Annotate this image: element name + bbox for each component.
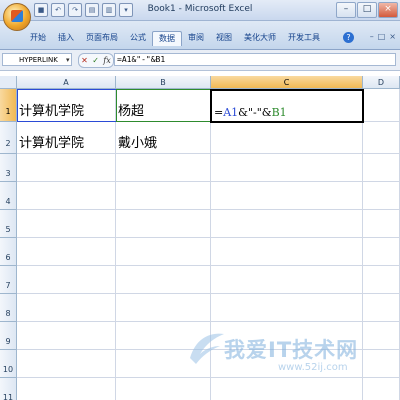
cell-a3[interactable] xyxy=(17,154,116,182)
cell-c8[interactable] xyxy=(211,294,363,322)
cell-c5[interactable] xyxy=(211,210,363,238)
title-bar: ■ ↶ ↷ ▤ ▥ ▾ Book1 - Microsoft Excel – □ … xyxy=(0,0,400,21)
formula-buttons: ✕ ✓ fx xyxy=(78,53,114,68)
cell-d1[interactable] xyxy=(363,89,400,122)
column-header-d[interactable]: D xyxy=(363,76,400,89)
cell-c6[interactable] xyxy=(211,238,363,266)
formula-mid: &"-"& xyxy=(238,106,272,119)
watermark-logo: 我爱IT技术网 www.52ij.com xyxy=(186,328,392,390)
cell-c7[interactable] xyxy=(211,266,363,294)
cell-d4[interactable] xyxy=(363,182,400,210)
row-header-9[interactable]: 9 xyxy=(0,322,17,350)
cell-d7[interactable] xyxy=(363,266,400,294)
workbook-minimize-button[interactable]: – xyxy=(370,32,374,41)
formula-ref-b1: B1 xyxy=(271,106,287,119)
tab-home[interactable]: 开始 xyxy=(24,31,52,45)
cell-d8[interactable] xyxy=(363,294,400,322)
window-controls: – □ × xyxy=(336,2,398,18)
tab-review[interactable]: 审阅 xyxy=(182,31,210,45)
cell-d6[interactable] xyxy=(363,238,400,266)
cell-b3[interactable] xyxy=(116,154,211,182)
row-header-4[interactable]: 4 xyxy=(0,182,17,210)
watermark-url: www.52ij.com xyxy=(278,362,348,373)
office-logo-icon xyxy=(11,10,23,22)
tab-page-layout[interactable]: 页面布局 xyxy=(80,31,124,45)
wing-icon xyxy=(190,333,224,364)
ribbon: 开始 插入 页面布局 公式 数据 审阅 视图 美化大师 开发工具 ? – □ × xyxy=(0,21,400,50)
cell-b2[interactable]: 戴小娥 xyxy=(116,122,211,154)
row-header-3[interactable]: 3 xyxy=(0,154,17,182)
watermark-text: 我爱IT技术网 xyxy=(224,338,359,362)
tab-developer[interactable]: 开发工具 xyxy=(282,31,326,45)
enter-icon[interactable]: ✓ xyxy=(92,56,99,65)
formula-eq: = xyxy=(214,106,224,119)
formula-ref-a1: A1 xyxy=(223,106,239,119)
cell-a7[interactable] xyxy=(17,266,116,294)
name-box[interactable]: HYPERLINK xyxy=(2,53,72,66)
column-header-c[interactable]: C xyxy=(211,76,363,89)
tab-insert[interactable]: 插入 xyxy=(52,31,80,45)
tab-formulas[interactable]: 公式 xyxy=(124,31,152,45)
active-cell-c1[interactable]: =A1&"-"&B1 xyxy=(210,89,364,123)
cell-b5[interactable] xyxy=(116,210,211,238)
cell-b7[interactable] xyxy=(116,266,211,294)
cell-c1-formula: =A1&"-"&B1 xyxy=(214,106,287,119)
office-button[interactable] xyxy=(3,3,31,31)
select-all-corner[interactable] xyxy=(0,76,17,89)
cell-c4[interactable] xyxy=(211,182,363,210)
formula-bar: HYPERLINK ▾ ✕ ✓ fx =A1&"-"&B1 xyxy=(0,50,400,71)
cell-a6[interactable] xyxy=(17,238,116,266)
cell-value: 计算机学院 xyxy=(19,104,85,119)
cell-d3[interactable] xyxy=(363,154,400,182)
row-header-2[interactable]: 2 xyxy=(0,122,17,154)
close-button[interactable]: × xyxy=(378,2,398,18)
cell-b4[interactable] xyxy=(116,182,211,210)
formula-input[interactable]: =A1&"-"&B1 xyxy=(114,53,396,66)
name-box-dropdown-icon[interactable]: ▾ xyxy=(66,53,70,67)
cell-d5[interactable] xyxy=(363,210,400,238)
cell-a1[interactable]: 计算机学院 xyxy=(17,89,116,122)
row-header-11[interactable]: 11 xyxy=(0,378,17,400)
cancel-icon[interactable]: ✕ xyxy=(81,56,88,65)
minimize-button[interactable]: – xyxy=(336,2,356,18)
row-header-10[interactable]: 10 xyxy=(0,350,17,378)
cell-b8[interactable] xyxy=(116,294,211,322)
tab-beautify[interactable]: 美化大师 xyxy=(238,31,282,45)
cell-value: 杨超 xyxy=(118,104,145,119)
cell-d2[interactable] xyxy=(363,122,400,154)
row-header-1[interactable]: 1 xyxy=(0,89,17,122)
cell-c2[interactable] xyxy=(211,122,363,154)
cell-a5[interactable] xyxy=(17,210,116,238)
cell-a8[interactable] xyxy=(17,294,116,322)
row-header-8[interactable]: 8 xyxy=(0,294,17,322)
row-header-7[interactable]: 7 xyxy=(0,266,17,294)
insert-function-icon[interactable]: fx xyxy=(103,56,110,65)
cell-c3[interactable] xyxy=(211,154,363,182)
row-header-5[interactable]: 5 xyxy=(0,210,17,238)
cell-value: 计算机学院 xyxy=(19,136,85,151)
help-icon[interactable]: ? xyxy=(343,32,354,43)
cell-a9[interactable] xyxy=(17,322,116,350)
maximize-button[interactable]: □ xyxy=(357,2,377,18)
cell-b1[interactable]: 杨超 xyxy=(116,89,211,122)
column-header-a[interactable]: A xyxy=(17,76,116,89)
column-header-b[interactable]: B xyxy=(116,76,211,89)
tab-data[interactable]: 数据 xyxy=(152,31,182,46)
workbook-close-button[interactable]: × xyxy=(389,32,396,41)
cell-a10[interactable] xyxy=(17,350,116,378)
cell-a4[interactable] xyxy=(17,182,116,210)
cell-a2[interactable]: 计算机学院 xyxy=(17,122,116,154)
cell-b6[interactable] xyxy=(116,238,211,266)
workbook-restore-button[interactable]: □ xyxy=(378,32,386,41)
cell-a11[interactable] xyxy=(17,378,116,400)
tab-view[interactable]: 视图 xyxy=(210,31,238,45)
cell-value: 戴小娥 xyxy=(118,136,158,151)
workbook-controls: – □ × xyxy=(370,32,396,41)
row-header-6[interactable]: 6 xyxy=(0,238,17,266)
ribbon-tabs: 开始 插入 页面布局 公式 数据 审阅 视图 美化大师 开发工具 xyxy=(24,31,326,46)
